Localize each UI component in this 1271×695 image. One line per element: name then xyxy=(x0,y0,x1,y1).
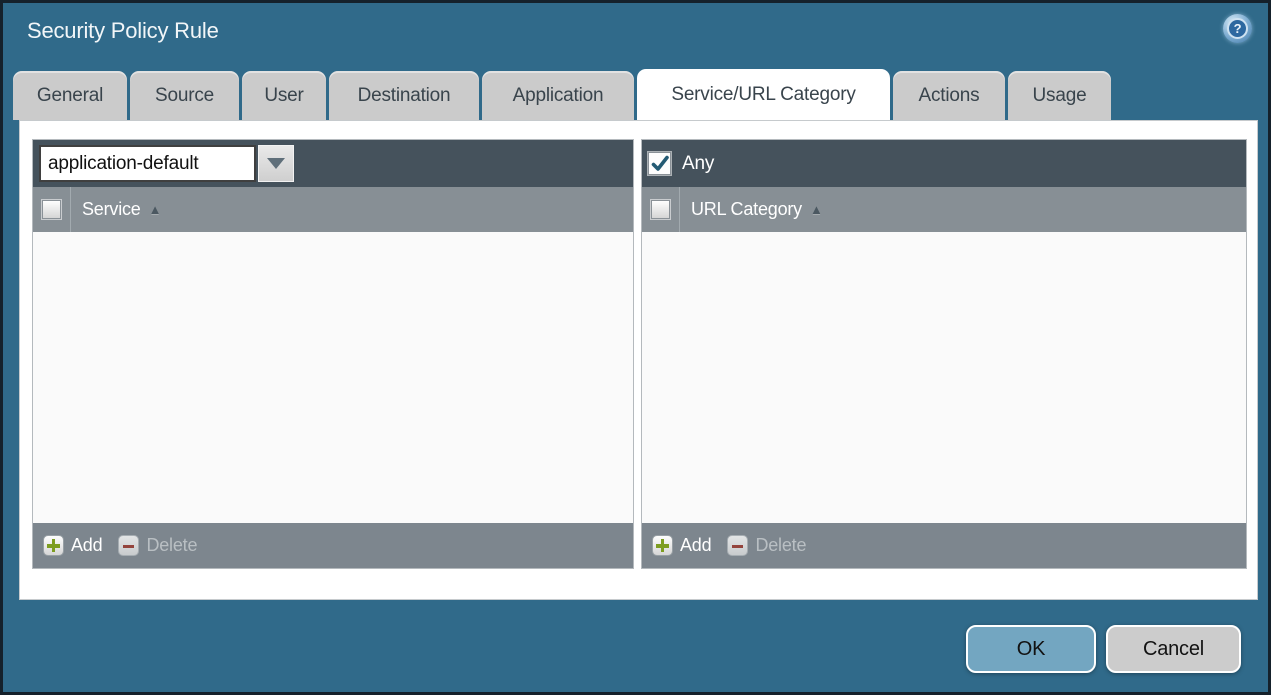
service-column-label[interactable]: Service xyxy=(82,199,141,220)
tab-bar: General Source User Destination Applicat… xyxy=(13,69,1111,120)
url-category-add-button[interactable]: Add xyxy=(680,535,712,556)
sort-ascending-icon[interactable]: ▲ xyxy=(810,202,823,217)
service-panel-toolbar xyxy=(33,140,633,187)
tab-source[interactable]: Source xyxy=(130,71,239,120)
chevron-down-icon xyxy=(267,158,285,169)
security-policy-rule-dialog: Security Policy Rule ? General Source Us… xyxy=(0,0,1271,695)
any-checkbox[interactable] xyxy=(648,152,671,175)
url-category-panel-toolbar: Any xyxy=(642,140,1246,187)
url-category-panel-footer: Add Delete xyxy=(642,523,1246,568)
tab-destination[interactable]: Destination xyxy=(329,71,479,120)
tab-usage[interactable]: Usage xyxy=(1008,71,1111,120)
help-icon[interactable]: ? xyxy=(1223,14,1252,43)
tab-actions[interactable]: Actions xyxy=(893,71,1005,120)
service-type-dropdown-input[interactable] xyxy=(39,145,256,182)
any-label[interactable]: Any xyxy=(682,153,714,175)
delete-icon xyxy=(118,535,140,556)
service-select-all-cell xyxy=(33,187,71,232)
delete-icon xyxy=(727,535,749,556)
service-column-header: Service ▲ xyxy=(33,187,633,232)
url-category-column-header: URL Category ▲ xyxy=(642,187,1246,232)
ok-button[interactable]: OK xyxy=(966,625,1096,673)
url-category-panel: Any URL Category ▲ Add Delete xyxy=(641,139,1247,569)
service-delete-button: Delete xyxy=(146,535,198,555)
url-category-column-label[interactable]: URL Category xyxy=(691,199,802,220)
url-category-list-body[interactable] xyxy=(642,232,1246,523)
service-type-dropdown-button[interactable] xyxy=(258,145,294,182)
add-icon[interactable] xyxy=(652,535,673,556)
tab-service-url-category[interactable]: Service/URL Category xyxy=(637,69,890,120)
service-select-all-checkbox[interactable] xyxy=(42,200,61,219)
url-category-delete-button: Delete xyxy=(755,535,807,555)
service-list-body[interactable] xyxy=(33,232,633,523)
tab-general[interactable]: General xyxy=(13,71,127,120)
help-question-glyph: ? xyxy=(1227,18,1248,39)
checkmark-icon xyxy=(651,155,669,171)
cancel-button[interactable]: Cancel xyxy=(1106,625,1241,673)
service-add-button[interactable]: Add xyxy=(71,535,103,556)
tab-content-area: Service ▲ Add Delete Any xyxy=(19,120,1258,600)
url-category-select-all-cell xyxy=(642,187,680,232)
url-category-select-all-checkbox[interactable] xyxy=(651,200,670,219)
dialog-title: Security Policy Rule xyxy=(27,18,219,43)
add-icon[interactable] xyxy=(43,535,64,556)
service-panel-footer: Add Delete xyxy=(33,523,633,568)
service-panel: Service ▲ Add Delete xyxy=(32,139,634,569)
sort-ascending-icon[interactable]: ▲ xyxy=(149,202,162,217)
tab-user[interactable]: User xyxy=(242,71,326,120)
tab-application[interactable]: Application xyxy=(482,71,634,120)
